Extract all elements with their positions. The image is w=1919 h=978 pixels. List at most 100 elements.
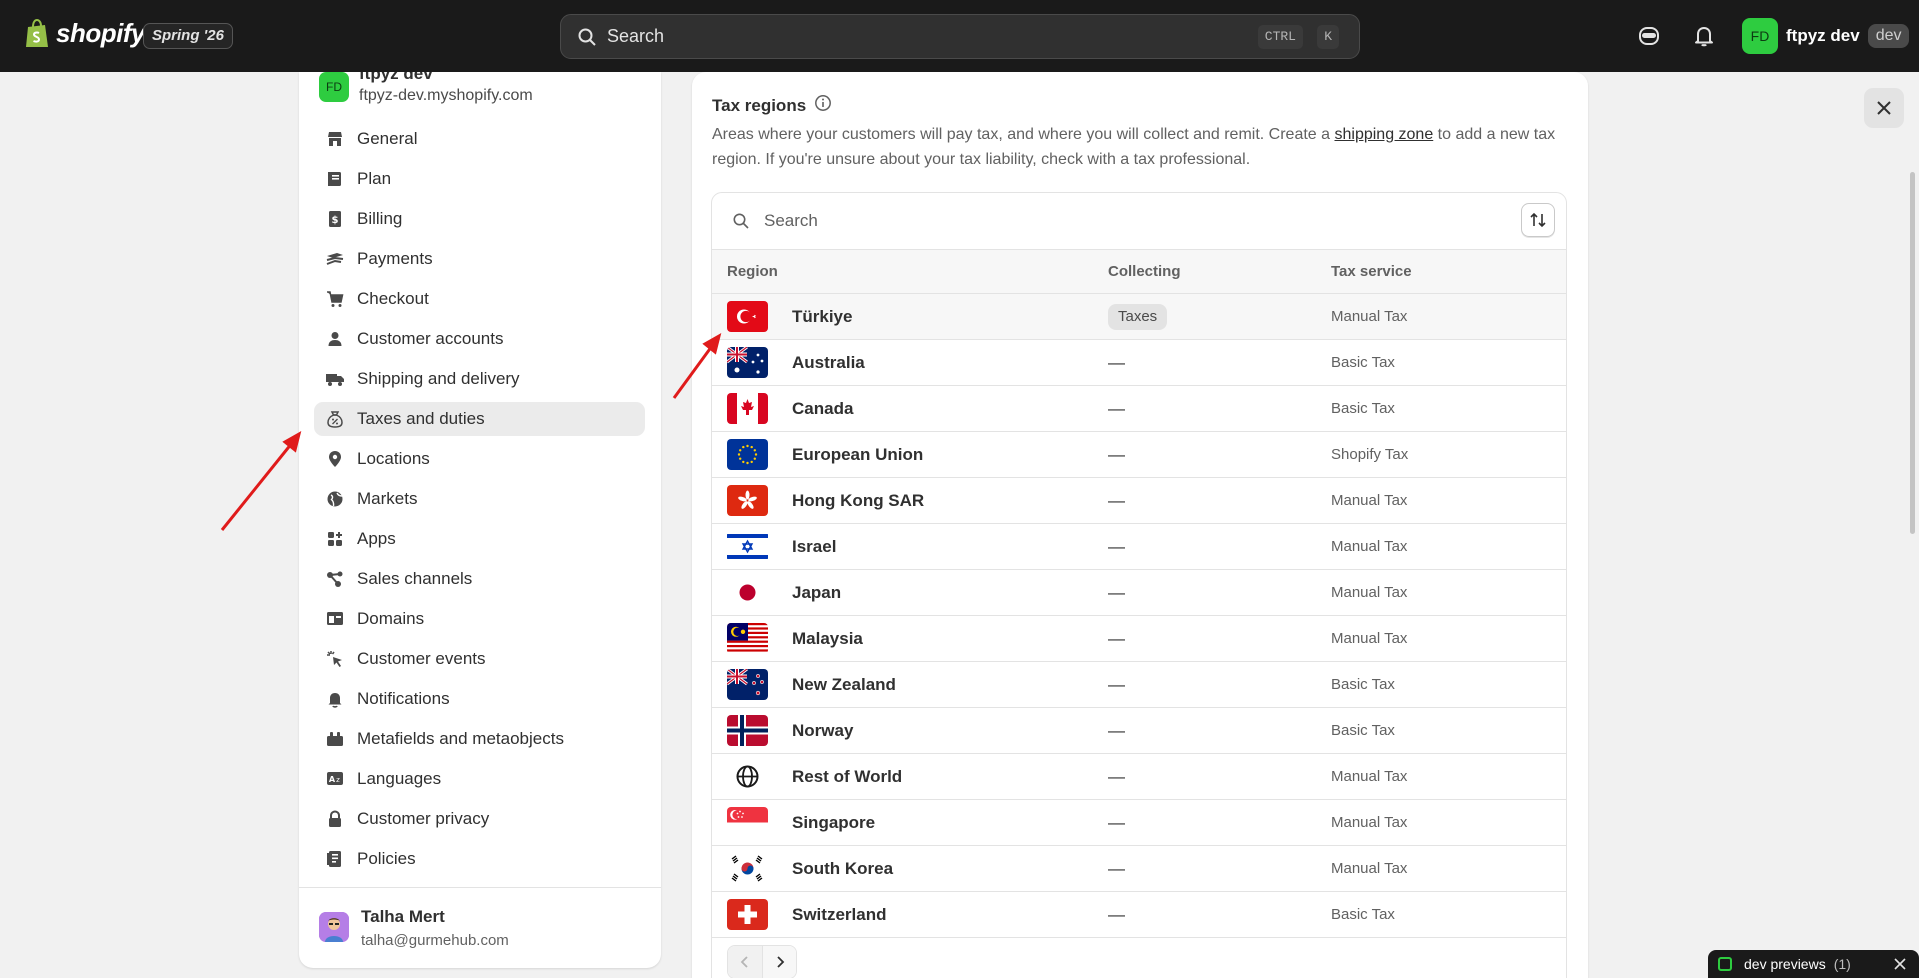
- collecting-value: —: [1108, 399, 1125, 418]
- shopify-logo[interactable]: shopify: [24, 18, 145, 49]
- region-name: Rest of World: [792, 767, 903, 786]
- table-row[interactable]: Hong Kong SAR — Manual Tax: [712, 478, 1566, 524]
- user-profile[interactable]: Talha Mert talha@gurmehub.com: [319, 906, 509, 954]
- sidebar-item-label: Markets: [357, 489, 418, 508]
- collecting-value: —: [1108, 675, 1125, 694]
- flag-israel-icon: [727, 531, 768, 562]
- flag-japan-icon: [727, 577, 768, 608]
- shipping-zone-link[interactable]: shipping zone: [1334, 126, 1433, 143]
- sidebar-item-label: Notifications: [357, 689, 450, 708]
- close-settings-button[interactable]: [1864, 88, 1904, 128]
- close-icon[interactable]: [1893, 957, 1907, 971]
- info-icon[interactable]: [814, 94, 832, 117]
- collecting-value: —: [1108, 629, 1125, 648]
- sidebar-item-domains[interactable]: Domains: [314, 602, 645, 636]
- flag-canada-icon: [727, 393, 768, 424]
- tax-service: Manual Tax: [1331, 814, 1408, 831]
- sidebar-item-notifications[interactable]: Notifications: [314, 682, 645, 716]
- sidebar-item-plan[interactable]: Plan: [314, 162, 645, 196]
- chevron-left-icon: [740, 956, 748, 968]
- store-header[interactable]: FD ftpyz dev ftpyz-dev.myshopify.com: [319, 72, 533, 108]
- svg-text:A: A: [329, 775, 336, 784]
- sidebar-item-apps[interactable]: Apps: [314, 522, 645, 556]
- sort-button[interactable]: [1521, 203, 1555, 237]
- sidebar-item-sales-channels[interactable]: Sales channels: [314, 562, 645, 596]
- edition-badge[interactable]: Spring '26: [143, 23, 233, 49]
- global-search[interactable]: Search CTRL K: [560, 14, 1360, 59]
- tax-service: Shopify Tax: [1331, 446, 1409, 463]
- column-region[interactable]: Region: [727, 263, 778, 280]
- table-row[interactable]: New Zealand — Basic Tax: [712, 662, 1566, 708]
- table-row[interactable]: Australia — Basic Tax: [712, 340, 1566, 386]
- dev-preview-icon: [1718, 957, 1732, 971]
- store-avatar: FD: [319, 72, 349, 102]
- sidebar-item-metafields[interactable]: Metafields and metaobjects: [314, 722, 645, 756]
- sidebar-item-label: Taxes and duties: [357, 409, 485, 428]
- table-row[interactable]: Switzerland — Basic Tax: [712, 892, 1566, 938]
- table-row[interactable]: Türkiye Taxes Manual Tax: [712, 294, 1566, 340]
- sidebar-item-customer-accounts[interactable]: Customer accounts: [314, 322, 645, 356]
- sidebar-item-label: Locations: [357, 449, 430, 468]
- world-globe-icon: [727, 761, 768, 792]
- sidebar-item-customer-privacy[interactable]: Customer privacy: [314, 802, 645, 836]
- table-row[interactable]: Malaysia — Manual Tax: [712, 616, 1566, 662]
- sidebar-item-label: Checkout: [357, 289, 429, 308]
- sidebar-item-languages[interactable]: Az Languages: [314, 762, 645, 796]
- flag-european-union-icon: [727, 439, 768, 470]
- person-icon: [324, 328, 346, 350]
- table-row[interactable]: European Union — Shopify Tax: [712, 432, 1566, 478]
- table-row[interactable]: South Korea — Manual Tax: [712, 846, 1566, 892]
- column-tax-service[interactable]: Tax service: [1331, 263, 1412, 280]
- sidebar-item-general[interactable]: General: [314, 122, 645, 156]
- table-row[interactable]: Israel — Manual Tax: [712, 524, 1566, 570]
- kbd-ctrl: CTRL: [1257, 25, 1303, 49]
- table-row[interactable]: Singapore — Manual Tax: [712, 800, 1566, 846]
- table-row[interactable]: Canada — Basic Tax: [712, 386, 1566, 432]
- languages-icon: Az: [324, 768, 346, 790]
- dev-previews-label: dev previews: [1744, 956, 1826, 972]
- sidebar-item-payments[interactable]: Payments: [314, 242, 645, 276]
- domains-icon: [324, 608, 346, 630]
- table-row[interactable]: Rest of World — Manual Tax: [712, 754, 1566, 800]
- region-name: Australia: [792, 353, 865, 372]
- table-search[interactable]: Search: [712, 193, 1566, 249]
- settings-canvas: FD ftpyz dev ftpyz-dev.myshopify.com Gen…: [0, 72, 1919, 978]
- account-avatar: FD: [1742, 18, 1778, 54]
- sidebar-item-checkout[interactable]: Checkout: [314, 282, 645, 316]
- region-name: South Korea: [792, 859, 894, 878]
- sidebar-item-taxes-and-duties[interactable]: Taxes and duties: [314, 402, 645, 436]
- page-scrollbar[interactable]: [1910, 172, 1915, 534]
- notifications-button[interactable]: [1691, 23, 1717, 49]
- chevron-right-icon: [776, 956, 784, 968]
- tax-service: Manual Tax: [1331, 630, 1408, 647]
- top-bar: shopify Spring '26 Search CTRL K FD ftpy…: [0, 0, 1919, 72]
- sidebar-item-shipping[interactable]: Shipping and delivery: [314, 362, 645, 396]
- truck-icon: [324, 368, 346, 390]
- tax-service: Manual Tax: [1331, 538, 1408, 555]
- sidebar-item-markets[interactable]: Markets: [314, 482, 645, 516]
- account-menu[interactable]: FD ftpyz dev dev: [1742, 18, 1910, 54]
- sidebar-item-policies[interactable]: Policies: [314, 842, 645, 876]
- svg-text:z: z: [336, 776, 340, 784]
- sidebar-item-customer-events[interactable]: Customer events: [314, 642, 645, 676]
- channels-icon: [324, 568, 346, 590]
- column-collecting[interactable]: Collecting: [1108, 263, 1181, 280]
- flag-australia-icon: [727, 347, 768, 378]
- collecting-value: —: [1108, 905, 1125, 924]
- sidebar-item-billing[interactable]: $ Billing: [314, 202, 645, 236]
- store-icon: [324, 128, 346, 150]
- tax-regions-table: Search Region Collecting Tax service Tür…: [711, 192, 1567, 978]
- previous-page-button[interactable]: [728, 946, 762, 978]
- tax-regions-card: Tax regions Areas where your customers w…: [692, 72, 1588, 978]
- table-row[interactable]: Norway — Basic Tax: [712, 708, 1566, 754]
- table-row[interactable]: Japan — Manual Tax: [712, 570, 1566, 616]
- next-page-button[interactable]: [762, 946, 796, 978]
- tax-service: Manual Tax: [1331, 584, 1408, 601]
- collecting-value: —: [1108, 813, 1125, 832]
- sidebar-item-label: Payments: [357, 249, 433, 268]
- sidebar-item-locations[interactable]: Locations: [314, 442, 645, 476]
- collecting-value: —: [1108, 767, 1125, 786]
- sidekick-button[interactable]: [1636, 23, 1662, 49]
- dev-previews-bar[interactable]: dev previews (1): [1708, 950, 1919, 978]
- settings-nav: General Plan $ Billing Payments Checkout…: [314, 122, 645, 882]
